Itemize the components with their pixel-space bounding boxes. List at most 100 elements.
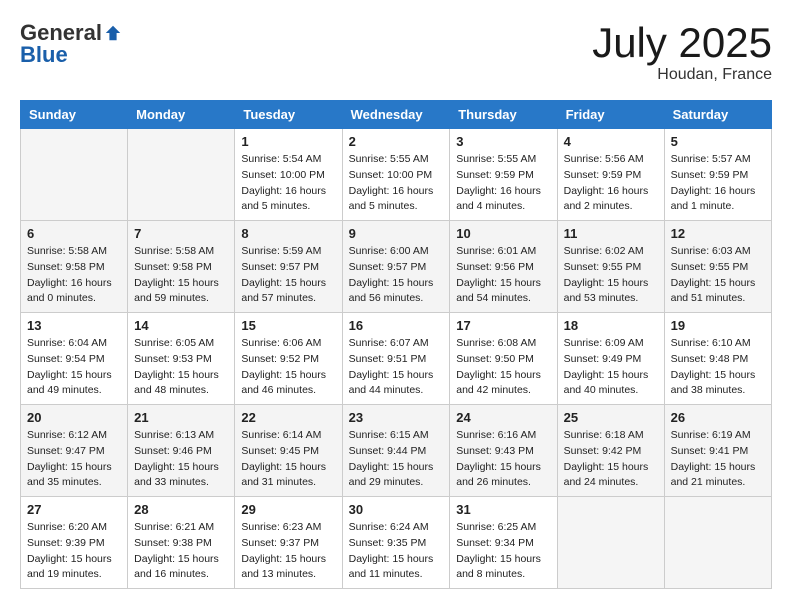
day-number: 3	[456, 134, 550, 149]
day-number: 18	[564, 318, 658, 333]
day-number: 21	[134, 410, 228, 425]
calendar-table: SundayMondayTuesdayWednesdayThursdayFrid…	[20, 100, 772, 589]
day-detail: Sunrise: 6:21 AM Sunset: 9:38 PM Dayligh…	[134, 520, 228, 583]
day-detail: Sunrise: 6:14 AM Sunset: 9:45 PM Dayligh…	[241, 428, 335, 491]
day-detail: Sunrise: 6:13 AM Sunset: 9:46 PM Dayligh…	[134, 428, 228, 491]
weekday-header: Thursday	[450, 101, 557, 129]
day-number: 17	[456, 318, 550, 333]
weekday-header-row: SundayMondayTuesdayWednesdayThursdayFrid…	[21, 101, 772, 129]
page-header: General Blue July 2025 Houdan, France	[20, 20, 772, 84]
day-detail: Sunrise: 6:10 AM Sunset: 9:48 PM Dayligh…	[671, 336, 765, 399]
day-number: 2	[349, 134, 444, 149]
calendar-cell: 18 Sunrise: 6:09 AM Sunset: 9:49 PM Dayl…	[557, 313, 664, 405]
calendar-cell: 24 Sunrise: 6:16 AM Sunset: 9:43 PM Dayl…	[450, 405, 557, 497]
month-title: July 2025	[592, 20, 772, 66]
day-number: 13	[27, 318, 121, 333]
day-detail: Sunrise: 6:07 AM Sunset: 9:51 PM Dayligh…	[349, 336, 444, 399]
calendar-cell: 15 Sunrise: 6:06 AM Sunset: 9:52 PM Dayl…	[235, 313, 342, 405]
calendar-cell: 9 Sunrise: 6:00 AM Sunset: 9:57 PM Dayli…	[342, 221, 450, 313]
weekday-header: Wednesday	[342, 101, 450, 129]
day-detail: Sunrise: 6:15 AM Sunset: 9:44 PM Dayligh…	[349, 428, 444, 491]
calendar-cell: 2 Sunrise: 5:55 AM Sunset: 10:00 PM Dayl…	[342, 129, 450, 221]
calendar-cell: 19 Sunrise: 6:10 AM Sunset: 9:48 PM Dayl…	[664, 313, 771, 405]
day-number: 23	[349, 410, 444, 425]
day-detail: Sunrise: 6:02 AM Sunset: 9:55 PM Dayligh…	[564, 244, 658, 307]
day-detail: Sunrise: 6:09 AM Sunset: 9:49 PM Dayligh…	[564, 336, 658, 399]
calendar-cell	[557, 497, 664, 589]
day-detail: Sunrise: 6:25 AM Sunset: 9:34 PM Dayligh…	[456, 520, 550, 583]
day-detail: Sunrise: 6:05 AM Sunset: 9:53 PM Dayligh…	[134, 336, 228, 399]
day-detail: Sunrise: 5:54 AM Sunset: 10:00 PM Daylig…	[241, 152, 335, 215]
location: Houdan, France	[592, 66, 772, 84]
calendar-cell: 16 Sunrise: 6:07 AM Sunset: 9:51 PM Dayl…	[342, 313, 450, 405]
day-number: 6	[27, 226, 121, 241]
calendar-cell: 11 Sunrise: 6:02 AM Sunset: 9:55 PM Dayl…	[557, 221, 664, 313]
calendar-cell: 26 Sunrise: 6:19 AM Sunset: 9:41 PM Dayl…	[664, 405, 771, 497]
day-detail: Sunrise: 6:12 AM Sunset: 9:47 PM Dayligh…	[27, 428, 121, 491]
calendar-cell: 25 Sunrise: 6:18 AM Sunset: 9:42 PM Dayl…	[557, 405, 664, 497]
calendar-cell: 20 Sunrise: 6:12 AM Sunset: 9:47 PM Dayl…	[21, 405, 128, 497]
day-number: 30	[349, 502, 444, 517]
day-detail: Sunrise: 6:00 AM Sunset: 9:57 PM Dayligh…	[349, 244, 444, 307]
calendar-week-row: 13 Sunrise: 6:04 AM Sunset: 9:54 PM Dayl…	[21, 313, 772, 405]
calendar-cell	[664, 497, 771, 589]
day-number: 7	[134, 226, 228, 241]
day-detail: Sunrise: 6:18 AM Sunset: 9:42 PM Dayligh…	[564, 428, 658, 491]
day-number: 10	[456, 226, 550, 241]
day-detail: Sunrise: 6:20 AM Sunset: 9:39 PM Dayligh…	[27, 520, 121, 583]
day-detail: Sunrise: 6:24 AM Sunset: 9:35 PM Dayligh…	[349, 520, 444, 583]
day-number: 4	[564, 134, 658, 149]
calendar-cell: 10 Sunrise: 6:01 AM Sunset: 9:56 PM Dayl…	[450, 221, 557, 313]
day-detail: Sunrise: 5:55 AM Sunset: 10:00 PM Daylig…	[349, 152, 444, 215]
calendar-week-row: 6 Sunrise: 5:58 AM Sunset: 9:58 PM Dayli…	[21, 221, 772, 313]
day-number: 19	[671, 318, 765, 333]
calendar-cell: 21 Sunrise: 6:13 AM Sunset: 9:46 PM Dayl…	[128, 405, 235, 497]
day-number: 31	[456, 502, 550, 517]
calendar-cell: 14 Sunrise: 6:05 AM Sunset: 9:53 PM Dayl…	[128, 313, 235, 405]
day-detail: Sunrise: 6:16 AM Sunset: 9:43 PM Dayligh…	[456, 428, 550, 491]
day-detail: Sunrise: 6:06 AM Sunset: 9:52 PM Dayligh…	[241, 336, 335, 399]
calendar-cell: 28 Sunrise: 6:21 AM Sunset: 9:38 PM Dayl…	[128, 497, 235, 589]
day-number: 22	[241, 410, 335, 425]
day-detail: Sunrise: 6:01 AM Sunset: 9:56 PM Dayligh…	[456, 244, 550, 307]
weekday-header: Friday	[557, 101, 664, 129]
calendar-cell: 22 Sunrise: 6:14 AM Sunset: 9:45 PM Dayl…	[235, 405, 342, 497]
day-number: 16	[349, 318, 444, 333]
calendar-week-row: 1 Sunrise: 5:54 AM Sunset: 10:00 PM Dayl…	[21, 129, 772, 221]
day-detail: Sunrise: 6:08 AM Sunset: 9:50 PM Dayligh…	[456, 336, 550, 399]
weekday-header: Sunday	[21, 101, 128, 129]
logo: General Blue	[20, 20, 122, 68]
day-detail: Sunrise: 6:04 AM Sunset: 9:54 PM Dayligh…	[27, 336, 121, 399]
day-number: 25	[564, 410, 658, 425]
calendar-cell: 31 Sunrise: 6:25 AM Sunset: 9:34 PM Dayl…	[450, 497, 557, 589]
calendar-cell: 30 Sunrise: 6:24 AM Sunset: 9:35 PM Dayl…	[342, 497, 450, 589]
day-detail: Sunrise: 5:57 AM Sunset: 9:59 PM Dayligh…	[671, 152, 765, 215]
day-number: 15	[241, 318, 335, 333]
calendar-cell	[21, 129, 128, 221]
calendar-cell	[128, 129, 235, 221]
day-number: 5	[671, 134, 765, 149]
day-number: 12	[671, 226, 765, 241]
day-number: 14	[134, 318, 228, 333]
day-detail: Sunrise: 5:59 AM Sunset: 9:57 PM Dayligh…	[241, 244, 335, 307]
day-detail: Sunrise: 5:55 AM Sunset: 9:59 PM Dayligh…	[456, 152, 550, 215]
day-number: 26	[671, 410, 765, 425]
day-detail: Sunrise: 5:56 AM Sunset: 9:59 PM Dayligh…	[564, 152, 658, 215]
day-number: 27	[27, 502, 121, 517]
weekday-header: Saturday	[664, 101, 771, 129]
weekday-header: Monday	[128, 101, 235, 129]
calendar-cell: 23 Sunrise: 6:15 AM Sunset: 9:44 PM Dayl…	[342, 405, 450, 497]
calendar-week-row: 20 Sunrise: 6:12 AM Sunset: 9:47 PM Dayl…	[21, 405, 772, 497]
calendar-cell: 4 Sunrise: 5:56 AM Sunset: 9:59 PM Dayli…	[557, 129, 664, 221]
calendar-week-row: 27 Sunrise: 6:20 AM Sunset: 9:39 PM Dayl…	[21, 497, 772, 589]
calendar-cell: 29 Sunrise: 6:23 AM Sunset: 9:37 PM Dayl…	[235, 497, 342, 589]
day-number: 28	[134, 502, 228, 517]
calendar-cell: 17 Sunrise: 6:08 AM Sunset: 9:50 PM Dayl…	[450, 313, 557, 405]
calendar-cell: 13 Sunrise: 6:04 AM Sunset: 9:54 PM Dayl…	[21, 313, 128, 405]
day-number: 11	[564, 226, 658, 241]
day-detail: Sunrise: 5:58 AM Sunset: 9:58 PM Dayligh…	[27, 244, 121, 307]
day-number: 8	[241, 226, 335, 241]
day-number: 9	[349, 226, 444, 241]
calendar-cell: 3 Sunrise: 5:55 AM Sunset: 9:59 PM Dayli…	[450, 129, 557, 221]
day-detail: Sunrise: 6:23 AM Sunset: 9:37 PM Dayligh…	[241, 520, 335, 583]
